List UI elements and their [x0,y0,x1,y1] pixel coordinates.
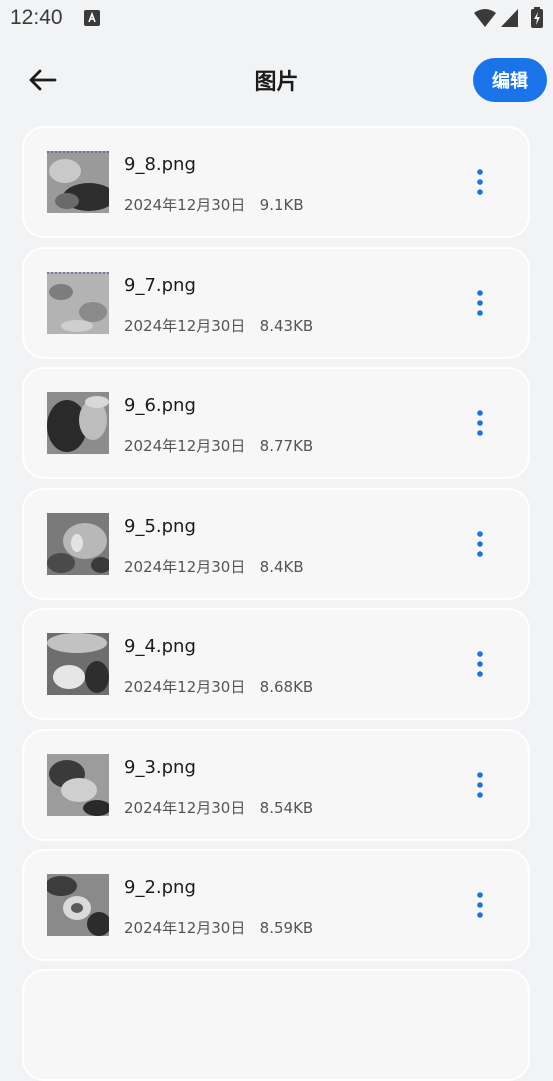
file-name: 9_5.png [124,516,196,537]
file-size: 8.77KB [259,437,314,455]
file-meta: 2024年12月30日 8.43KB [124,315,313,336]
more-vertical-icon [477,410,483,436]
edit-button[interactable]: 编辑 [473,58,547,102]
file-card[interactable]: 9_6.png 2024年12月30日 8.77KB [22,367,530,479]
image-thumbnail [47,151,109,213]
file-size: 8.68KB [259,678,314,696]
image-thumbnail [47,633,109,695]
file-meta: 2024年12月30日 8.68KB [124,676,313,697]
file-name: 9_6.png [124,395,196,416]
image-thumbnail [47,754,109,816]
file-date: 2024年12月30日 [124,558,246,576]
more-options-button[interactable] [466,883,494,927]
file-card[interactable]: 9_7.png 2024年12月30日 8.43KB [22,247,530,359]
file-date: 2024年12月30日 [124,317,246,335]
a-icon [84,10,100,26]
more-vertical-icon [477,290,483,316]
file-size: 8.4KB [259,558,304,576]
file-name: 9_2.png [124,877,196,898]
more-vertical-icon [477,651,483,677]
file-name: 9_3.png [124,757,196,778]
file-date: 2024年12月30日 [124,919,246,937]
file-date: 2024年12月30日 [124,437,246,455]
wifi-icon [474,9,496,27]
file-size: 9.1KB [259,196,304,214]
file-name: 9_4.png [124,636,196,657]
page-title: 图片 [254,70,299,95]
file-card-partial[interactable] [22,969,530,1081]
battery-charging-icon [531,7,543,28]
image-thumbnail [47,513,109,575]
more-vertical-icon [477,531,483,557]
file-card[interactable]: 9_5.png 2024年12月30日 8.4KB [22,488,530,600]
more-vertical-icon [477,892,483,918]
more-options-button[interactable] [466,281,494,325]
top-app-bar: 图片 编辑 [0,50,553,110]
file-card[interactable]: 9_2.png 2024年12月30日 8.59KB [22,849,530,961]
file-date: 2024年12月30日 [124,799,246,817]
more-options-button[interactable] [466,401,494,445]
signal-icon [501,9,518,27]
file-size: 8.59KB [259,919,314,937]
file-card[interactable]: 9_8.png 2024年12月30日 9.1KB [22,126,530,238]
image-thumbnail [47,392,109,454]
file-date: 2024年12月30日 [124,678,246,696]
image-thumbnail [47,874,109,936]
more-options-button[interactable] [466,763,494,807]
more-options-button[interactable] [466,642,494,686]
status-time: 12:40 [10,6,63,29]
file-size: 8.54KB [259,799,314,817]
file-card[interactable]: 9_3.png 2024年12月30日 8.54KB [22,729,530,841]
file-meta: 2024年12月30日 8.77KB [124,435,313,456]
file-size: 8.43KB [259,317,314,335]
file-meta: 2024年12月30日 9.1KB [124,194,304,215]
file-name: 9_8.png [124,154,196,175]
image-thumbnail [47,272,109,334]
file-card[interactable]: 9_4.png 2024年12月30日 8.68KB [22,608,530,720]
more-vertical-icon [477,169,483,195]
file-meta: 2024年12月30日 8.59KB [124,917,313,938]
file-name: 9_7.png [124,275,196,296]
file-date: 2024年12月30日 [124,196,246,214]
more-options-button[interactable] [466,160,494,204]
status-bar: 12:40 [0,0,553,38]
file-meta: 2024年12月30日 8.54KB [124,797,313,818]
more-vertical-icon [477,772,483,798]
file-meta: 2024年12月30日 8.4KB [124,556,304,577]
more-options-button[interactable] [466,522,494,566]
